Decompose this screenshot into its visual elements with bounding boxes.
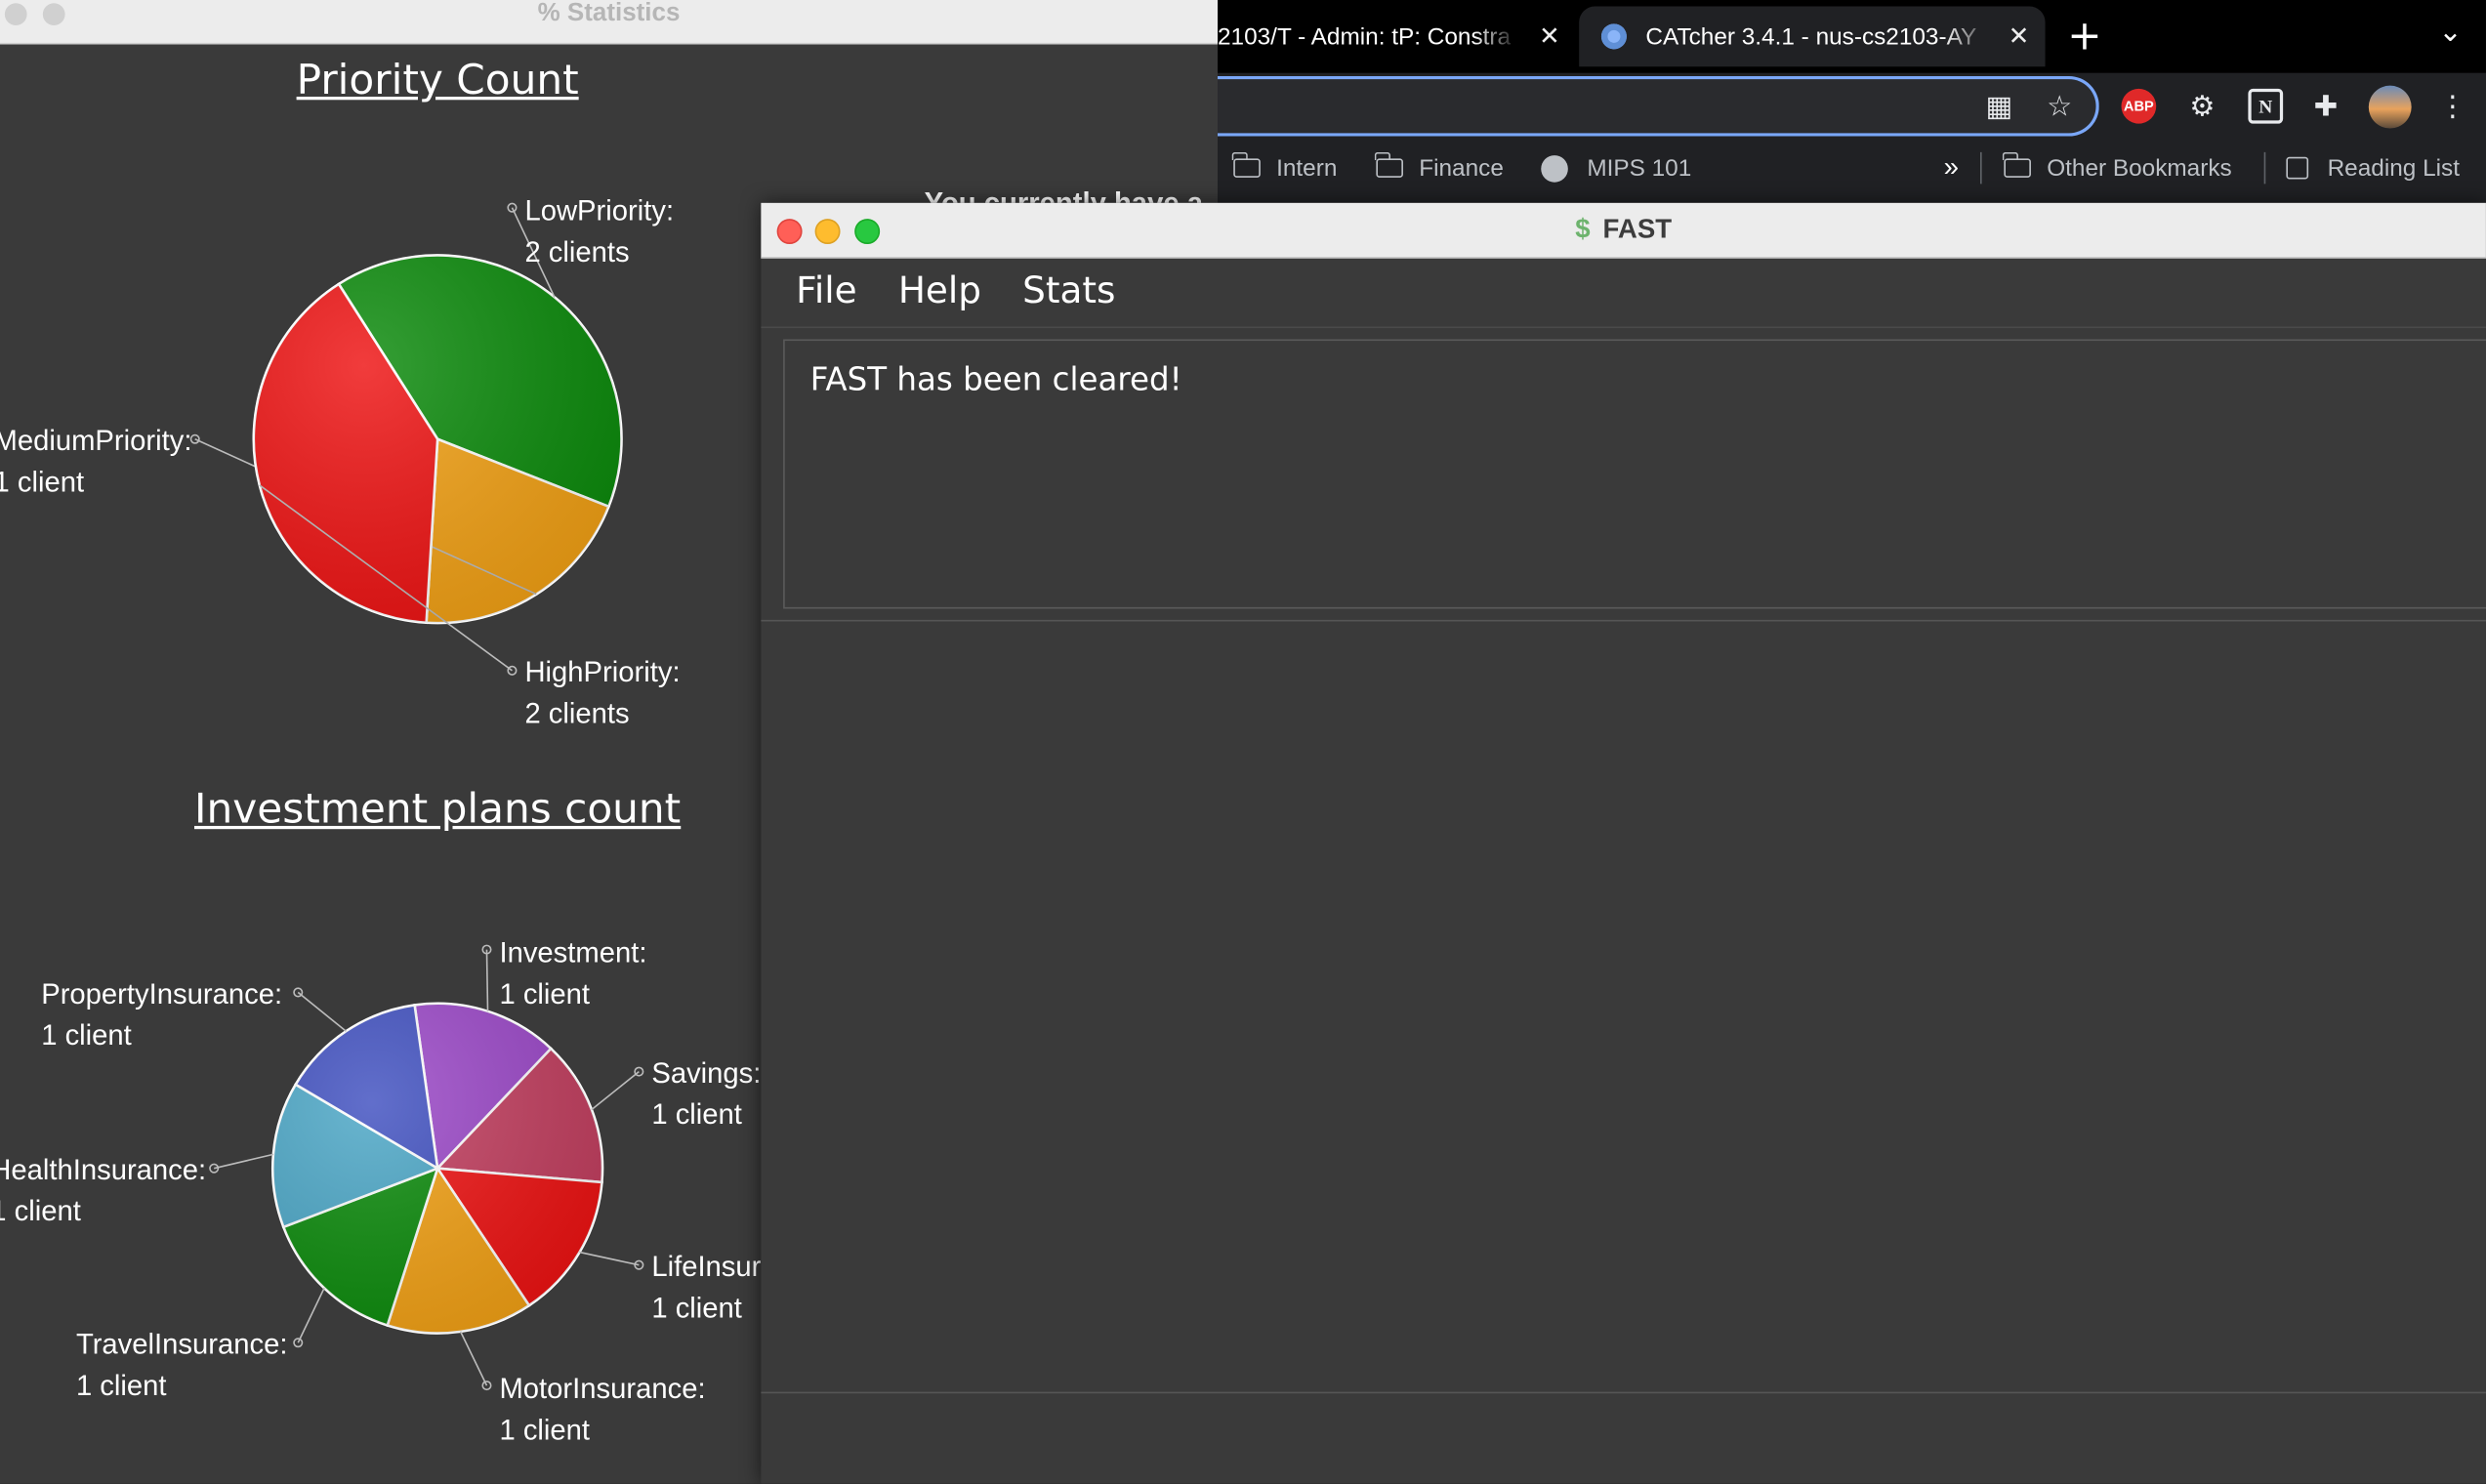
fast-title-text: FAST <box>1602 214 1673 245</box>
pie-label: PropertyInsurance: <box>41 979 282 1010</box>
pie-label: MediumPriority: <box>0 426 191 457</box>
bookmarks-divider <box>2263 151 2266 185</box>
folder-icon <box>1375 151 1403 178</box>
close-icon[interactable]: ✕ <box>2009 21 2046 52</box>
bookmarks-bar: Intern Finance MIPS 101 » Other Bookmark… <box>1218 140 2486 196</box>
result-display[interactable]: FAST has been cleared! <box>783 339 2486 609</box>
notion-icon[interactable]: N <box>2248 88 2284 124</box>
bookmark-mips[interactable]: MIPS 101 <box>1541 140 1691 196</box>
tab-bar: 2103/T - Admin: tP: Constra ✕ CATcher 3.… <box>1218 0 2486 73</box>
puzzle-extensions-icon[interactable]: ✚ <box>2308 89 2343 124</box>
bookmark-label: Reading List <box>2327 154 2460 182</box>
fast-title-bar: $ FAST <box>761 202 2486 259</box>
pie-leader-line <box>297 991 347 1032</box>
pie-label: Savings: <box>651 1058 761 1090</box>
tab-search-chevron-icon[interactable]: ⌄ <box>2438 16 2463 49</box>
client-list-panel[interactable] <box>761 621 2486 1391</box>
close-icon[interactable]: ✕ <box>1539 21 1576 52</box>
pie-label: MotorInsurance: <box>499 1374 705 1405</box>
menu-bar: File Help Stats <box>761 257 2486 326</box>
bookmarks-divider <box>1980 151 1982 185</box>
pie-leader-line <box>214 1153 274 1170</box>
result-message: FAST has been cleared! <box>809 359 1182 398</box>
profile-avatar[interactable] <box>2368 85 2412 129</box>
pie-label: 1 client <box>0 1196 81 1227</box>
pie-label: 1 client <box>651 1293 742 1324</box>
folder-icon <box>2003 151 2031 178</box>
pie-label: 1 client <box>0 467 84 498</box>
tab-label: 2103/T - Admin: tP: Constra <box>1218 22 1512 51</box>
pie-label: Investment: <box>499 938 646 969</box>
tab-catcher[interactable]: CATcher 3.4.1 - nus-cs2103-AY ✕ <box>1579 6 2046 67</box>
catcher-favicon-icon <box>1600 23 1627 50</box>
tab-admin[interactable]: 2103/T - Admin: tP: Constra ✕ <box>1218 6 1576 66</box>
pie-leader-line <box>485 949 489 1011</box>
bookmark-star-icon[interactable]: ☆ <box>2042 89 2077 124</box>
globe-icon <box>1541 154 1568 182</box>
menu-stats[interactable]: Stats <box>1022 271 1115 312</box>
pie-label: 1 client <box>651 1099 742 1131</box>
pie-label: 1 client <box>76 1371 167 1402</box>
desktop: 2103/T - Admin: tP: Constra ✕ CATcher 3.… <box>0 0 2486 1484</box>
address-bar[interactable] <box>1201 75 2099 137</box>
reading-list-icon <box>2286 156 2309 180</box>
pie-label: LowPriority: <box>524 196 674 227</box>
new-tab-button[interactable]: + <box>2067 13 2101 61</box>
browser-window: 2103/T - Admin: tP: Constra ✕ CATcher 3.… <box>1201 0 2486 203</box>
other-bookmarks[interactable]: Other Bookmarks <box>2003 140 2232 196</box>
bookmark-intern[interactable]: Intern <box>1232 140 1338 196</box>
menu-divider <box>761 326 2486 329</box>
adblock-label: ABP <box>2121 88 2157 124</box>
pie-leader-line <box>591 1070 640 1111</box>
fast-window-title: $ FAST <box>761 203 2486 257</box>
qr-code-icon[interactable]: ▦ <box>1982 89 2017 124</box>
pie-label: 2 clients <box>524 698 629 729</box>
pie-label: HealthInsurance: <box>0 1155 206 1186</box>
bookmarks-overflow-button[interactable]: » <box>1944 140 1959 196</box>
adblock-icon[interactable]: ABP <box>2121 88 2157 124</box>
dollar-icon: $ <box>1575 214 1591 245</box>
pie-leader-line <box>579 1251 640 1266</box>
bookmark-finance[interactable]: Finance <box>1375 140 1504 196</box>
bookmark-label: Other Bookmarks <box>2047 154 2232 182</box>
pie-label: 1 client <box>499 1415 590 1446</box>
menu-help[interactable]: Help <box>898 271 981 312</box>
pie-leader-line <box>459 1331 488 1386</box>
pie-label: 1 client <box>499 979 590 1010</box>
fast-window: $ FAST File Help Stats FAST has been cle… <box>761 202 2486 1484</box>
folder-icon <box>1232 151 1261 178</box>
menu-file[interactable]: File <box>796 271 857 312</box>
pie-label: 2 clients <box>524 237 629 268</box>
pie-label: LifeInsur <box>651 1252 761 1283</box>
pie-leader-line <box>297 1287 325 1343</box>
tab-label: CATcher 3.4.1 - nus-cs2103-AY <box>1645 22 1977 51</box>
pie-leader-dot <box>293 1338 304 1348</box>
gear-icon[interactable]: ⚙ <box>2184 89 2219 124</box>
reading-list[interactable]: Reading List <box>2286 140 2460 196</box>
bookmark-label: MIPS 101 <box>1587 154 1692 182</box>
pie-label: HighPriority: <box>524 657 680 688</box>
bookmark-label: Intern <box>1276 154 1338 182</box>
status-bar <box>761 1393 2486 1484</box>
bookmark-label: Finance <box>1419 154 1504 182</box>
more-menu-icon[interactable]: ⋮ <box>2435 89 2470 124</box>
pie-label: 1 client <box>41 1020 132 1051</box>
pie-label: TravelInsurance: <box>76 1330 288 1361</box>
